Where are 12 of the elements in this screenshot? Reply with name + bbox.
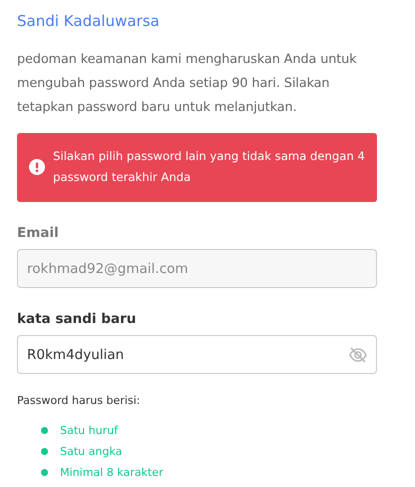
field-label: kata sandi baru (17, 311, 138, 327)
requirement-text: Satu huruf (60, 424, 118, 437)
requirements-heading: Password harus berisi: (17, 393, 142, 409)
exclamation-icon (29, 159, 45, 175)
alert-message: Silakan pilih password lain yang tidak sama dengan 4 password terakhir Anda (53, 148, 365, 186)
page-title: Sandi Kadaluwarsa (17, 11, 160, 32)
hidden-eye-icon[interactable] (348, 344, 368, 364)
description-text: pedoman keamanan kami mengharuskan Anda untuk mengubah password Anda setiap 90 hari. Silakan tetapkan password baru untuk melanjutkan. (17, 51, 358, 117)
requirement-text: Satu angka (60, 445, 122, 458)
input-field[interactable]: R0km4dyulian (17, 335, 377, 374)
field-label: Email (17, 225, 60, 241)
requirement-text: Minimal 8 karakter (60, 466, 164, 479)
